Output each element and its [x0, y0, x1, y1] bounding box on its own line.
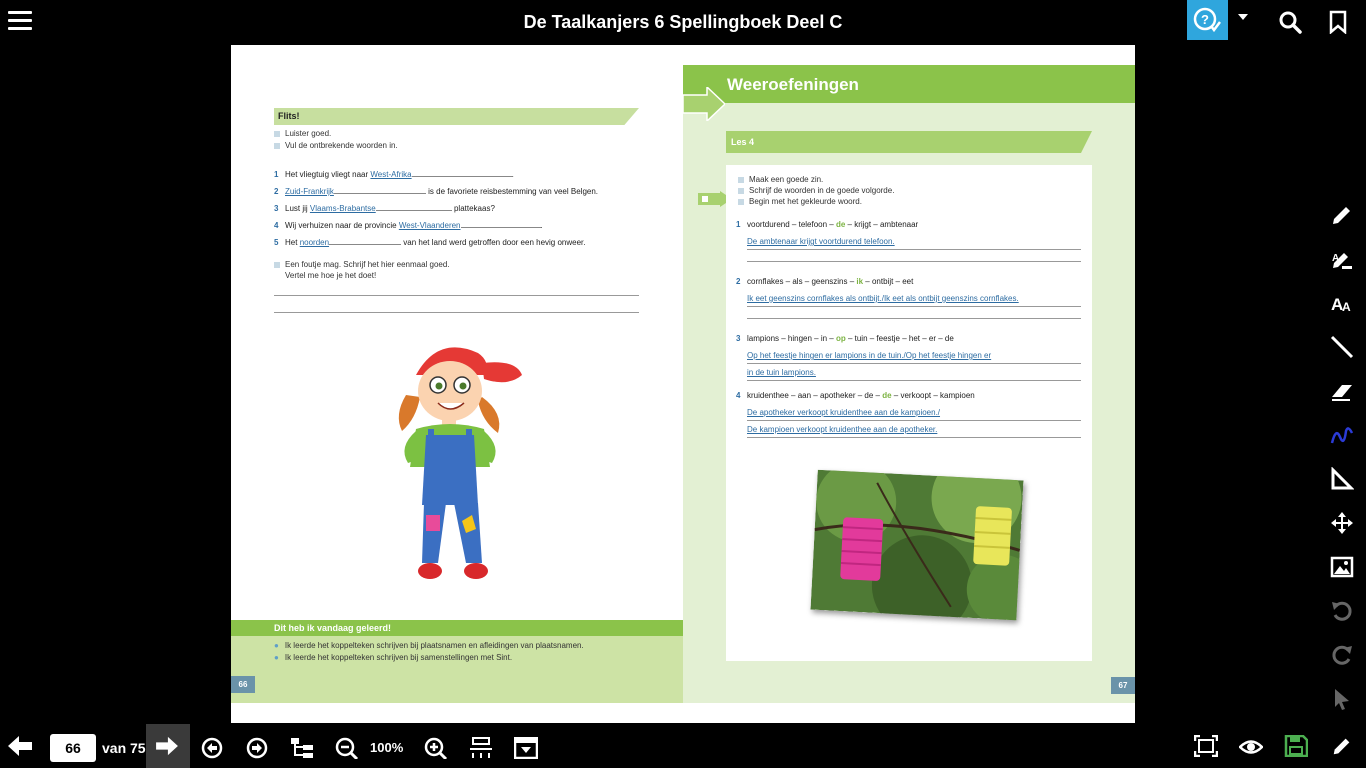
- svg-text:A: A: [1342, 300, 1351, 314]
- learned-title: Dit heb ik vandaag geleerd!: [231, 620, 683, 636]
- text-tool-icon[interactable]: AA: [1330, 291, 1354, 315]
- forward-circle-icon[interactable]: [245, 737, 269, 759]
- zoom-in-icon[interactable]: [424, 737, 448, 759]
- arrow-right-icon: [683, 87, 725, 121]
- save-icon[interactable]: [1284, 735, 1308, 757]
- learned-item-2: ● Ik leerde het koppelteken schrijven bij…: [274, 653, 513, 662]
- eraser-icon[interactable]: [1330, 379, 1354, 403]
- write-line-2: [274, 312, 639, 313]
- answer-3a: Op het feestje hingen er lampions in de …: [747, 351, 1081, 364]
- exercise-2: 2 Zuid-Frankrijk is de favoriete reisbest…: [274, 187, 599, 196]
- next-page-icon: [156, 736, 178, 756]
- book-spread: Flits! Luister goed. Vul de ontbrekende …: [231, 45, 1135, 723]
- write-line-1: [274, 295, 639, 296]
- answer-line: [747, 261, 1081, 262]
- top-bar: De Taalkanjers 6 Spellingboek Deel C ?: [0, 0, 1366, 44]
- help-check-icon: ?: [1193, 7, 1221, 33]
- answer-3b: in de tuin lampions.: [747, 368, 1081, 381]
- page-number-left: 66: [231, 676, 255, 693]
- redo-icon[interactable]: [1330, 643, 1354, 667]
- zoom-level: 100%: [370, 740, 404, 755]
- instruction-1: Luister goed.: [274, 129, 331, 138]
- flits-header: Flits!: [274, 108, 639, 125]
- back-circle-icon[interactable]: [200, 737, 224, 759]
- note-line-2: Vertel me hoe je het doet!: [285, 271, 377, 280]
- answer-1: De ambtenaar krijgt voortdurend telefoon…: [747, 237, 1081, 250]
- girl-illustration-icon: [398, 347, 522, 579]
- pen-icon[interactable]: [1330, 203, 1354, 227]
- next-page-button[interactable]: [146, 724, 190, 768]
- answer-4a: De apotheker verkoopt kruidenthee aan de…: [747, 408, 1081, 421]
- fit-width-icon[interactable]: [469, 737, 493, 759]
- book-title: De Taalkanjers 6 Spellingboek Deel C: [523, 12, 843, 32]
- image-icon[interactable]: [1330, 555, 1354, 579]
- learned-item-1: ● Ik leerde het koppelteken schrijven bij…: [274, 641, 584, 650]
- question-1: 1 voortdurend – telefoon – de – krijgt – …: [736, 220, 919, 229]
- highlighter-icon[interactable]: A: [1330, 247, 1354, 271]
- page-left: Flits! Luister goed. Vul de ontbrekende …: [231, 45, 683, 703]
- learned-section: Dit heb ik vandaag geleerd! ● Ik leerde h…: [231, 620, 683, 703]
- exercise-1: 1 Het vliegtuig vliegt naar West-Afrika.: [274, 170, 514, 179]
- bookmark-icon[interactable]: [1326, 10, 1350, 34]
- lesson-header: Les 4: [726, 131, 1092, 153]
- r-instruction-2: Schrijf de woorden in de goede volgorde.: [738, 186, 894, 195]
- instruction-2: Vul de ontbrekende woorden in.: [274, 141, 398, 150]
- total-pages-label: van 75: [102, 740, 146, 756]
- move-icon[interactable]: [1330, 511, 1354, 535]
- annotation-toolbar: A AA: [1318, 192, 1366, 722]
- exercise-4: 4 Wij verhuizen naar de provincie West-Vl…: [274, 221, 543, 230]
- answer-4b: De kampioen verkoopt kruidenthee aan de …: [747, 425, 1081, 438]
- page-number-right: 67: [1111, 677, 1135, 694]
- r-instruction-1: Maak een goede zin.: [738, 175, 823, 184]
- exercise-5: 5 Het noorden van het land werd getroffen…: [274, 238, 586, 247]
- page-number-input[interactable]: 66: [50, 734, 96, 762]
- freehand-icon[interactable]: [1330, 423, 1354, 447]
- previous-page-icon[interactable]: [8, 735, 32, 757]
- help-dropdown-icon[interactable]: [1238, 14, 1248, 20]
- view-eye-icon[interactable]: [1239, 736, 1263, 758]
- ruler-triangle-icon[interactable]: [1330, 467, 1354, 491]
- edit-pen-icon[interactable]: [1330, 735, 1354, 757]
- pointer-icon[interactable]: [1330, 687, 1354, 711]
- undo-icon[interactable]: [1330, 599, 1354, 623]
- note-line-1: Een foutje mag. Schrijf het hier eenmaal…: [274, 260, 450, 269]
- table-of-contents-icon[interactable]: [290, 737, 314, 759]
- svg-text:A: A: [1332, 253, 1339, 264]
- answer-line: [747, 318, 1081, 319]
- exercise-3: 3 Lust jij Vlaams-Brabantse plattekaas?: [274, 204, 495, 213]
- question-3: 3 lampions – hingen – in – op – tuin – fe…: [736, 334, 954, 343]
- presentation-icon[interactable]: [514, 737, 538, 759]
- fullscreen-icon[interactable]: [1194, 735, 1218, 757]
- question-2: 2 cornflakes – als – geenszins – ik – ont…: [736, 277, 914, 286]
- lanterns-image-icon: [810, 469, 1024, 621]
- answer-2: Ik eet geenszins cornflakes als ontbijt.…: [747, 294, 1081, 307]
- lanterns-photo: [810, 469, 1024, 621]
- question-4: 4 kruidenthee – aan – apotheker – de – de…: [736, 391, 975, 400]
- search-icon[interactable]: [1278, 10, 1302, 34]
- svg-text:?: ?: [1201, 12, 1209, 27]
- line-tool-icon[interactable]: [1330, 335, 1354, 359]
- help-button[interactable]: ?: [1187, 0, 1228, 40]
- r-instruction-3: Begin met het gekleurde woord.: [738, 197, 862, 206]
- zoom-out-icon[interactable]: [335, 737, 359, 759]
- weeroefeningen-title: Weeroefeningen: [683, 65, 1135, 103]
